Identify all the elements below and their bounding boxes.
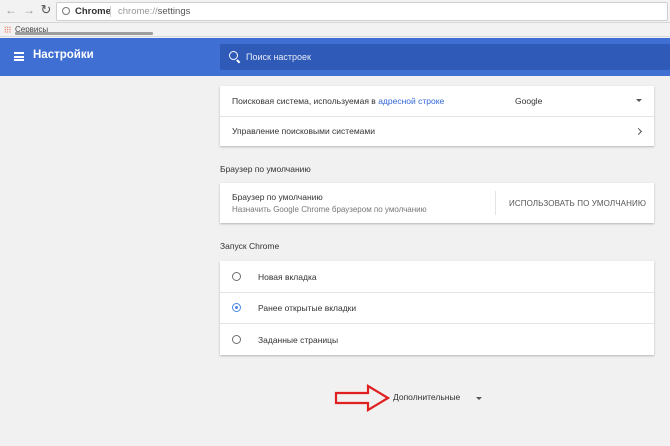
url-path: settings	[157, 6, 191, 17]
bookmark-bar-overlay	[15, 32, 153, 35]
default-browser-sublabel: Назначить Google Chrome браузером по умо…	[232, 205, 427, 214]
forward-arrow-icon[interactable]: →	[22, 3, 36, 17]
search-engine-row[interactable]: Поисковая система, используемая в адресн…	[220, 86, 654, 116]
url-text: chrome://settings	[118, 3, 190, 20]
default-browser-section-title: Браузер по умолчанию	[220, 164, 311, 174]
search-engine-label: Поисковая система, используемая в адресн…	[232, 86, 444, 116]
red-arrow-annotation	[334, 384, 390, 412]
default-browser-card: Браузер по умолчанию Назначить Google Ch…	[220, 183, 654, 223]
startup-option-label: Заданные страницы	[258, 335, 339, 345]
search-input[interactable]	[246, 48, 646, 66]
startup-option[interactable]: Ранее открытые вкладки	[220, 293, 654, 323]
manage-search-engines-label: Управление поисковыми системами	[232, 126, 375, 136]
address-bar[interactable]: Chrome chrome://settings	[56, 2, 668, 21]
search-engine-card: Поисковая система, используемая в адресн…	[220, 86, 654, 146]
address-bar-link[interactable]: адресной строке	[378, 96, 444, 106]
browser-toolbar: ← → ↻ Chrome chrome://settings	[0, 0, 670, 23]
search-icon	[229, 51, 238, 60]
startup-option[interactable]: Новая вкладка	[220, 261, 654, 292]
hamburger-menu-icon[interactable]	[14, 52, 24, 61]
omnibox-separator	[110, 6, 111, 17]
dropdown-caret-icon[interactable]	[636, 99, 642, 102]
url-scheme: chrome://	[118, 6, 158, 17]
radio-button[interactable]	[232, 272, 241, 281]
advanced-settings-link[interactable]: Дополнительные	[393, 392, 460, 402]
settings-search[interactable]	[220, 44, 670, 70]
chevron-right-icon	[634, 127, 643, 136]
back-arrow-icon[interactable]: ←	[4, 3, 18, 17]
page-info-icon[interactable]	[62, 7, 70, 15]
radio-button[interactable]	[232, 335, 241, 344]
chevron-down-icon[interactable]	[476, 397, 482, 400]
startup-option[interactable]: Заданные страницы	[220, 324, 654, 355]
search-engine-select[interactable]: Google	[515, 86, 542, 116]
radio-button[interactable]	[232, 303, 241, 312]
startup-card: Новая вкладка Ранее открытые вкладки Зад…	[220, 261, 654, 355]
make-default-button[interactable]: ИСПОЛЬЗОВАТЬ ПО УМОЛЧАНИЮ	[509, 199, 646, 208]
settings-header: Настройки	[0, 38, 670, 76]
reload-icon[interactable]: ↻	[39, 3, 53, 17]
default-browser-label: Браузер по умолчанию	[232, 192, 323, 202]
apps-icon[interactable]	[4, 26, 11, 33]
startup-section-title: Запуск Chrome	[220, 241, 280, 251]
divider	[495, 191, 496, 215]
manage-search-engines-row[interactable]: Управление поисковыми системами	[220, 117, 654, 146]
startup-option-label: Ранее открытые вкладки	[258, 303, 357, 313]
page-title: Настройки	[33, 49, 94, 61]
url-origin-chip: Chrome	[75, 6, 111, 17]
startup-option-label: Новая вкладка	[258, 272, 317, 282]
search-engine-label-text: Поисковая система, используемая в	[232, 96, 379, 106]
